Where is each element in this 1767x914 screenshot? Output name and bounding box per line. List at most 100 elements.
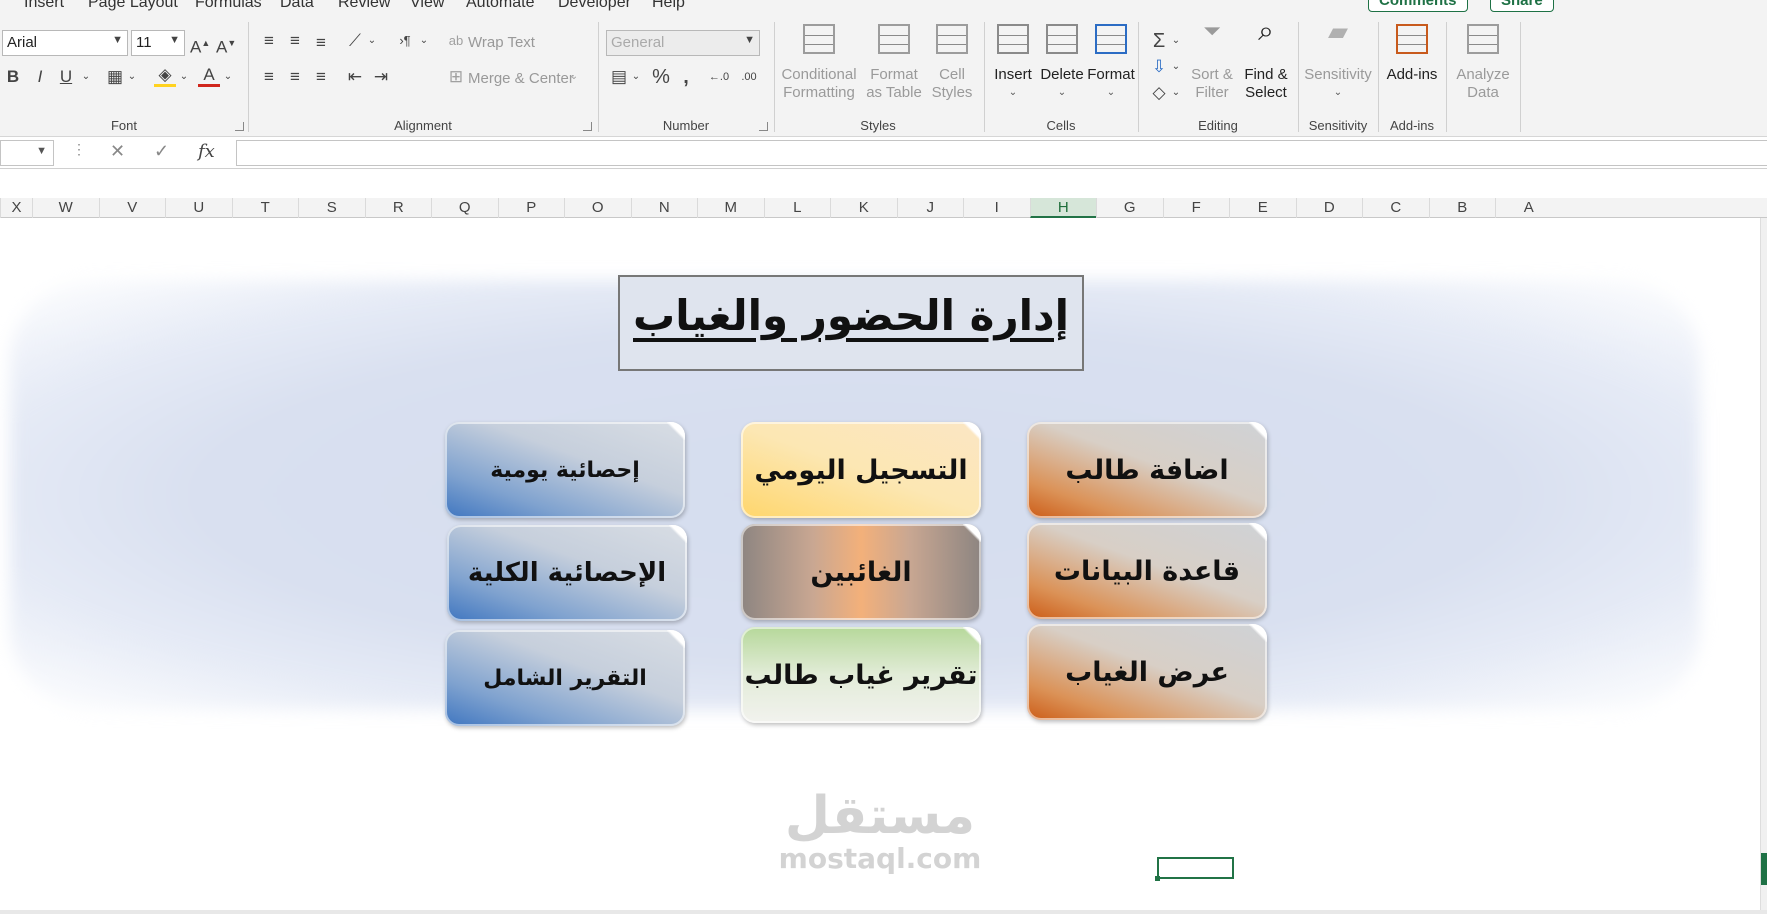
tab-data[interactable]: Data	[280, 0, 314, 12]
column-header[interactable]: I	[963, 198, 1030, 218]
autosum-icon[interactable]: Σ	[1148, 30, 1170, 52]
column-header[interactable]: E	[1229, 198, 1296, 218]
insert-cells-button[interactable]: Insert ⌄	[990, 22, 1036, 102]
tab-review[interactable]: Review	[338, 0, 390, 12]
database-button[interactable]: قاعدة البيانات	[1027, 523, 1267, 619]
column-header[interactable]: T	[231, 198, 299, 218]
increase-indent-icon[interactable]: ⇥	[370, 66, 392, 88]
column-header[interactable]: S	[298, 198, 365, 218]
comma-style-icon[interactable]: ,	[678, 66, 694, 88]
decrease-decimal-icon[interactable]: .00	[736, 66, 762, 88]
chevron-down-icon[interactable]: ⌄	[1170, 30, 1182, 52]
sort-filter-button[interactable]: ⏷ Sort & Filter	[1190, 20, 1234, 102]
number-format-select[interactable]: General ▼	[606, 30, 760, 56]
font-name-select[interactable]: Arial ▼	[2, 30, 128, 56]
fill-down-icon[interactable]: ⇩	[1148, 56, 1170, 78]
borders-icon[interactable]: ▦	[104, 66, 126, 88]
analyze-data-button[interactable]: Analyze Data	[1450, 22, 1516, 102]
daily-stats-button[interactable]: إحصائية يومية	[445, 422, 685, 518]
tab-formulas[interactable]: Formulas	[195, 0, 262, 12]
format-as-table-button[interactable]: Format as Table	[864, 22, 924, 102]
enter-icon[interactable]: ✓	[154, 141, 169, 162]
add-student-button[interactable]: اضافة طالب	[1027, 422, 1267, 518]
column-header[interactable]: V	[98, 198, 166, 218]
tab-view[interactable]: View	[410, 0, 444, 12]
column-header[interactable]: N	[630, 198, 698, 218]
sensitivity-button[interactable]: ▰ Sensitivity ⌄	[1304, 18, 1372, 102]
addins-button[interactable]: Add-ins	[1382, 22, 1442, 84]
underline-icon[interactable]: U	[58, 66, 74, 88]
worksheet[interactable]: إدارة الحضور والغياب اضافة طالب قاعدة ال…	[0, 218, 1760, 914]
absentees-button[interactable]: الغائبين	[741, 524, 981, 620]
format-cells-button[interactable]: Format ⌄	[1086, 22, 1136, 102]
wrap-text-icon[interactable]: ab	[446, 30, 466, 52]
decrease-font-icon[interactable]: A▼	[216, 32, 236, 59]
chevron-down-icon[interactable]: ⌄	[1170, 82, 1182, 104]
text-direction-icon[interactable]: ›¶	[394, 30, 416, 52]
increase-decimal-icon[interactable]: ←.0	[706, 66, 732, 88]
conditional-formatting-button[interactable]: Conditional Formatting	[780, 22, 858, 102]
find-select-button[interactable]: ⌕ Find & Select	[1236, 17, 1296, 102]
cancel-icon[interactable]: ✕	[110, 141, 125, 162]
column-header[interactable]: O	[564, 198, 631, 218]
dialog-launcher-icon[interactable]	[759, 122, 768, 131]
column-header[interactable]: H	[1029, 198, 1096, 218]
column-header[interactable]: R	[364, 198, 432, 218]
italic-icon[interactable]: I	[32, 66, 48, 88]
active-cell[interactable]	[1155, 857, 1234, 881]
column-header[interactable]: D	[1295, 198, 1363, 218]
column-header[interactable]: X	[0, 198, 32, 218]
font-size-select[interactable]: 11 ▼	[131, 30, 185, 56]
column-header[interactable]: A	[1495, 198, 1562, 218]
insert-function-icon[interactable]: fx	[198, 141, 215, 162]
align-center-icon[interactable]: ≡	[284, 66, 306, 88]
dialog-launcher-icon[interactable]	[583, 122, 592, 131]
column-header[interactable]: W	[32, 198, 99, 218]
total-stats-button[interactable]: الإحصائية الكلية	[447, 525, 687, 621]
student-absence-report-button[interactable]: تقرير غياب طالب	[741, 627, 981, 723]
view-absence-button[interactable]: عرض الغياب	[1027, 624, 1267, 720]
align-right-icon[interactable]: ≡	[310, 66, 332, 88]
align-bottom-icon[interactable]: ≡	[310, 32, 332, 54]
column-header[interactable]: P	[497, 198, 565, 218]
vertical-scrollbar[interactable]	[1760, 218, 1767, 914]
tab-help[interactable]: Help	[652, 0, 685, 12]
formula-input[interactable]	[236, 140, 1767, 166]
bold-icon[interactable]: B	[5, 66, 21, 88]
chevron-down-icon[interactable]: ⌄	[568, 66, 580, 88]
merge-center-button[interactable]: Merge & Center	[468, 70, 574, 87]
column-header[interactable]: L	[763, 198, 831, 218]
clear-icon[interactable]: ◇	[1148, 82, 1170, 104]
fill-color-icon[interactable]: ◈	[154, 66, 176, 87]
chevron-down-icon[interactable]: ⌄	[80, 66, 92, 88]
delete-cells-button[interactable]: Delete ⌄	[1038, 22, 1086, 102]
align-middle-icon[interactable]: ≡	[284, 30, 306, 52]
decrease-indent-icon[interactable]: ⇤	[344, 66, 366, 88]
scrollbar-thumb[interactable]	[1761, 853, 1767, 885]
chevron-down-icon[interactable]: ⌄	[126, 66, 138, 88]
merge-icon[interactable]: ⊞	[446, 66, 466, 88]
align-left-icon[interactable]: ≡	[258, 66, 280, 88]
chevron-down-icon[interactable]: ⌄	[366, 30, 378, 52]
daily-register-button[interactable]: التسجيل اليومي	[741, 422, 981, 518]
chevron-down-icon[interactable]: ⌄	[418, 30, 430, 52]
column-header[interactable]: K	[830, 198, 897, 218]
column-header[interactable]: M	[697, 198, 764, 218]
column-header[interactable]: F	[1162, 198, 1230, 218]
font-color-icon[interactable]: A	[198, 66, 220, 87]
tab-automate[interactable]: Automate	[466, 0, 534, 12]
column-header[interactable]: U	[165, 198, 232, 218]
orientation-icon[interactable]: ⟋	[344, 30, 366, 52]
tab-developer[interactable]: Developer	[558, 0, 631, 12]
horizontal-scrollbar[interactable]	[0, 910, 1767, 914]
tab-page-layout[interactable]: Page Layout	[88, 0, 178, 12]
chevron-down-icon[interactable]: ⌄	[222, 66, 234, 88]
tab-insert[interactable]: Insert	[24, 0, 64, 12]
chevron-down-icon[interactable]: ⌄	[1170, 56, 1182, 78]
increase-font-icon[interactable]: A▲	[190, 32, 210, 59]
column-header[interactable]: G	[1096, 198, 1163, 218]
column-header[interactable]: Q	[431, 198, 498, 218]
more-options-icon[interactable]: ⋮	[72, 141, 86, 158]
chevron-down-icon[interactable]: ⌄	[630, 66, 642, 88]
dialog-launcher-icon[interactable]	[235, 122, 244, 131]
